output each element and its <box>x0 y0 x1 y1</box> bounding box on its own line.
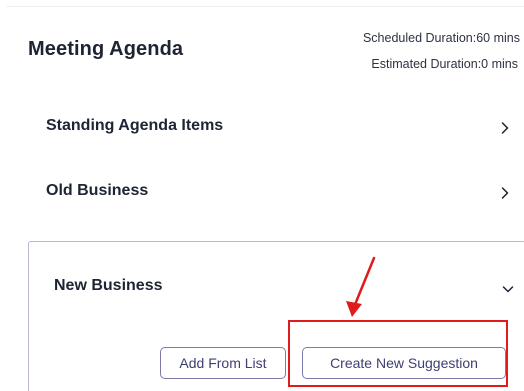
section-label[interactable]: New Business <box>54 277 162 295</box>
section-label: Standing Agenda Items <box>46 117 224 134</box>
page: Meeting Agenda Scheduled Duration:60 min… <box>0 0 524 391</box>
page-title: Meeting Agenda <box>28 38 184 60</box>
chevron-right-icon <box>501 187 509 199</box>
add-from-list-button[interactable]: Add From List <box>160 347 286 379</box>
chevron-right-icon <box>501 122 509 134</box>
highlight-box <box>288 320 508 387</box>
section-old-business[interactable]: Old Business <box>28 172 512 212</box>
red-arrow-icon <box>346 256 376 317</box>
chevron-down-icon[interactable] <box>501 282 515 296</box>
scheduled-duration: Scheduled Duration:60 mins <box>362 31 520 45</box>
section-standing-agenda-items[interactable]: Standing Agenda Items <box>28 107 512 147</box>
section-label: Old Business <box>46 182 149 199</box>
estimated-duration: Estimated Duration:0 mins <box>371 57 518 71</box>
